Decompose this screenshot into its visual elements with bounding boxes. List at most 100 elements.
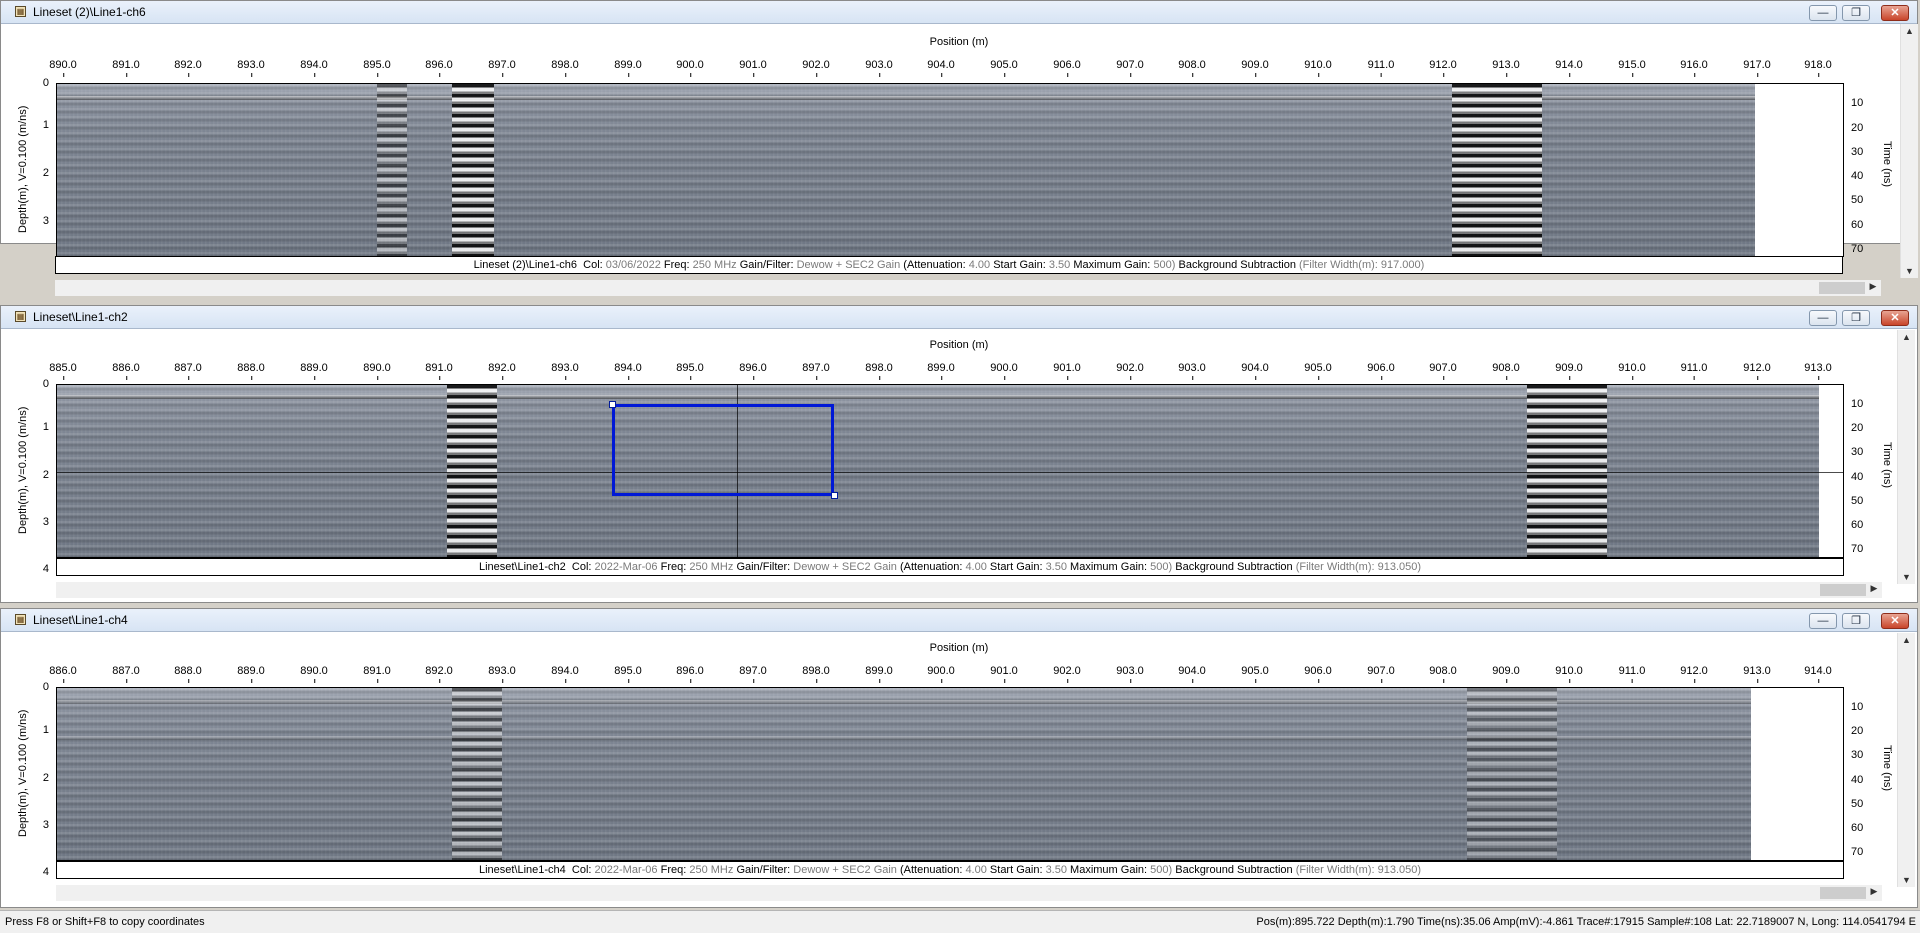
radargram-plot[interactable]	[56, 83, 1844, 257]
position-tick: 894.0	[614, 362, 642, 380]
depth-tick: 3	[42, 516, 49, 528]
position-tick: 887.0	[112, 665, 140, 683]
anomaly-band	[447, 385, 497, 557]
close-button[interactable]: ✕	[1881, 5, 1909, 21]
time-tick: 50	[1851, 495, 1864, 507]
position-tick: 898.0	[802, 665, 830, 683]
position-tick: 885.0	[49, 362, 77, 380]
scroll-down-arrow[interactable]: ▼	[1901, 266, 1918, 276]
position-tick: 896.0	[425, 59, 453, 77]
position-tick: 908.0	[1429, 665, 1457, 683]
window-titlebar[interactable]: ▦ Lineset\Line1-ch4 — ❐ ✕	[1, 609, 1917, 632]
position-tick: 912.0	[1429, 59, 1457, 77]
scroll-right-arrow[interactable]: ▶	[1866, 886, 1882, 897]
time-axis-title: Time (ns)	[1881, 745, 1893, 792]
horizontal-scroll-thumb[interactable]	[1819, 282, 1865, 294]
position-tick: 895.0	[363, 59, 391, 77]
horizontal-scrollbar[interactable]: ▶	[55, 280, 1881, 296]
position-tick: 898.0	[551, 59, 579, 77]
scroll-right-arrow[interactable]: ▶	[1865, 281, 1881, 292]
position-tick: 888.0	[237, 362, 265, 380]
restore-button[interactable]: ❐	[1842, 5, 1870, 21]
vertical-scrollbar[interactable]: ▲ ▼	[1900, 24, 1918, 278]
scroll-right-arrow[interactable]: ▶	[1866, 583, 1882, 594]
position-tick: 888.0	[174, 665, 202, 683]
scroll-up-arrow[interactable]: ▲	[1901, 26, 1918, 36]
radargram-plot[interactable]	[56, 384, 1844, 558]
position-tick: 897.0	[802, 362, 830, 380]
position-tick: 895.0	[676, 362, 704, 380]
position-axis-title: Position (m)	[929, 642, 989, 654]
selection-handle-top-left[interactable]	[609, 401, 616, 408]
depth-tick: 1	[42, 421, 49, 433]
caption-max-value: 500)	[1150, 561, 1173, 573]
caption-fw-value: (Filter Width(m): 913.050)	[1295, 864, 1422, 876]
reflector-line	[57, 700, 1843, 704]
vertical-scrollbar[interactable]: ▲ ▼	[1897, 330, 1915, 584]
caption-line-name: Lineset\Line1-ch4	[478, 864, 566, 876]
position-tick: 901.0	[1053, 362, 1081, 380]
position-tick: 896.0	[739, 362, 767, 380]
position-tick: 903.0	[1116, 665, 1144, 683]
minimize-button[interactable]: —	[1809, 613, 1837, 629]
position-tick: 911.0	[1367, 59, 1395, 77]
position-tick: 894.0	[551, 665, 579, 683]
depth-tick: 4	[42, 563, 49, 575]
profile-caption: Lineset (2)\Line1-ch6 Col: 03/06/2022 Fr…	[55, 256, 1843, 274]
caption-max-value: 500)	[1150, 864, 1173, 876]
horizontal-scrollbar[interactable]: ▶	[56, 582, 1882, 598]
caption-max-label: Maximum Gain:	[1070, 561, 1148, 573]
close-button[interactable]: ✕	[1881, 310, 1909, 326]
close-button[interactable]: ✕	[1881, 613, 1909, 629]
position-tick: 914.0	[1555, 59, 1583, 77]
scroll-down-arrow[interactable]: ▼	[1898, 572, 1915, 582]
caption-col-label: Col:	[583, 259, 603, 271]
horizontal-scroll-thumb[interactable]	[1820, 887, 1866, 899]
scroll-up-arrow[interactable]: ▲	[1898, 332, 1915, 342]
radargram-plot[interactable]	[56, 687, 1844, 861]
minimize-button[interactable]: —	[1809, 5, 1837, 21]
window-app-icon: ▦	[15, 6, 26, 17]
restore-button[interactable]: ❐	[1842, 613, 1870, 629]
time-tick: 70	[1851, 543, 1864, 555]
depth-tick: 0	[42, 77, 49, 89]
restore-button[interactable]: ❐	[1842, 310, 1870, 326]
minimize-button[interactable]: —	[1809, 310, 1837, 326]
depth-tick: 3	[42, 819, 49, 831]
position-tick: 912.0	[1743, 362, 1771, 380]
caption-col-value: 03/06/2022	[605, 259, 661, 271]
position-tick: 900.0	[990, 362, 1018, 380]
time-tick: 40	[1851, 170, 1864, 182]
caption-freq-value: 250 MHz	[692, 259, 737, 271]
caption-start-label: Start Gain:	[993, 259, 1046, 271]
position-tick: 891.0	[112, 59, 140, 77]
plot-blank-area	[1751, 688, 1843, 860]
caption-fw-value: (Filter Width(m): 917.000)	[1299, 259, 1425, 271]
selection-handle-bottom-right[interactable]	[831, 492, 838, 499]
position-tick: 886.0	[112, 362, 140, 380]
depth-axis-title: Depth(m), V=0.100 (m/ns)	[17, 709, 29, 837]
caption-line-name: Lineset (2)\Line1-ch6	[473, 259, 578, 271]
window-titlebar[interactable]: ▦ Lineset\Line1-ch2 — ❐ ✕	[1, 306, 1917, 329]
horizontal-scroll-thumb[interactable]	[1820, 584, 1866, 596]
caption-bg-label: Background Subtraction	[1178, 259, 1296, 271]
coordinate-readout: Pos(m):895.722 Depth(m):1.790 Time(ns):3…	[1256, 916, 1916, 928]
caption-col-label: Col:	[571, 864, 592, 876]
vertical-scrollbar[interactable]: ▲ ▼	[1897, 633, 1915, 887]
position-tick: 909.0	[1241, 59, 1269, 77]
window-titlebar[interactable]: ▦ Lineset (2)\Line1-ch6 — ❐ ✕	[1, 1, 1917, 24]
time-tick: 60	[1851, 219, 1864, 231]
position-tick: 902.0	[1116, 362, 1144, 380]
position-tick: 915.0	[1618, 59, 1646, 77]
depth-tick: 2	[42, 469, 49, 481]
profile-caption: Lineset\Line1-ch2 Col: 2022-Mar-06 Freq:…	[56, 558, 1844, 576]
caption-att-value: 4.00	[968, 259, 991, 271]
selection-box[interactable]	[612, 404, 834, 496]
position-axis-title: Position (m)	[929, 339, 989, 351]
caption-start-value: 3.50	[1045, 864, 1067, 876]
scroll-down-arrow[interactable]: ▼	[1898, 875, 1915, 885]
scroll-up-arrow[interactable]: ▲	[1898, 635, 1915, 645]
position-tick: 908.0	[1178, 59, 1206, 77]
horizontal-scrollbar[interactable]: ▶	[56, 885, 1882, 901]
position-tick: 889.0	[237, 665, 265, 683]
